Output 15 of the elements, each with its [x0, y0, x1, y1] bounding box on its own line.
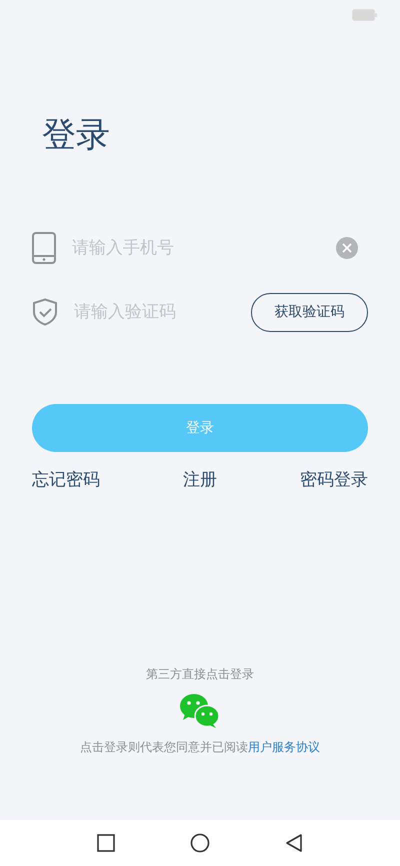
agreement-text: 点击登录则代表您同意并已阅读用户服务协议 — [80, 739, 320, 756]
phone-icon — [32, 232, 56, 264]
back-icon[interactable] — [284, 833, 303, 853]
text-link[interactable]: 密码登录 — [300, 468, 368, 491]
text-link[interactable]: 忘记密码 — [32, 468, 100, 491]
text-link[interactable]: 注册 — [183, 468, 217, 491]
circle-icon[interactable] — [190, 833, 210, 853]
agreement-link[interactable]: 用户服务协议 — [248, 740, 320, 754]
close-icon — [342, 243, 352, 253]
battery-icon — [352, 9, 378, 21]
square-icon[interactable] — [97, 834, 116, 852]
page-title: 登录 — [42, 114, 111, 157]
get-code-button[interactable]: 获取验证码 — [251, 292, 368, 332]
shield-check-icon — [32, 298, 58, 326]
third-party-label: 第三方直接点击登录 — [146, 666, 254, 683]
